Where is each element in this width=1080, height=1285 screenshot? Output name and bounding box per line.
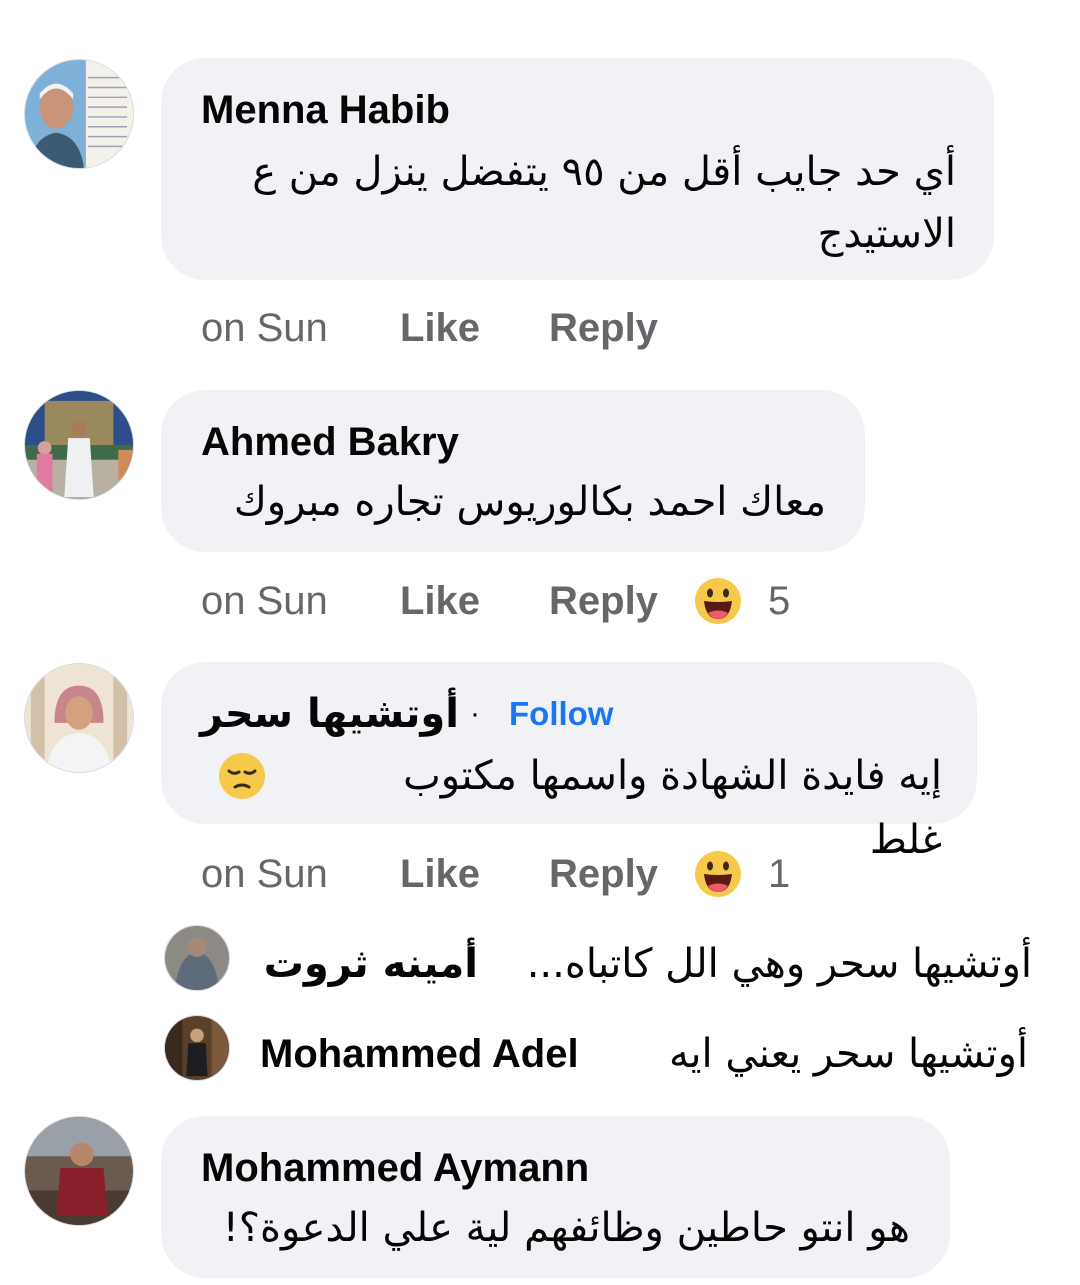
follow-button[interactable]: Follow — [509, 694, 613, 734]
comment-time[interactable]: on Sun — [201, 304, 328, 352]
reply-preview-text[interactable]: أوتشيها سحر يعني ايه — [640, 1030, 1028, 1078]
reply-button[interactable]: Reply — [549, 577, 658, 625]
reply-button[interactable]: Reply — [549, 304, 658, 352]
haha-emoji-icon[interactable] — [694, 850, 742, 898]
comment-author[interactable]: Ahmed Bakry — [201, 418, 459, 466]
reaction-count[interactable]: 5 — [768, 577, 790, 625]
person-avatar-icon — [25, 60, 133, 168]
avatar-menna-habib[interactable] — [24, 59, 134, 169]
comment-author[interactable]: Mohammed Aymann — [201, 1144, 589, 1192]
avatar-otshiha-sahar[interactable] — [24, 663, 134, 773]
haha-emoji-icon[interactable] — [694, 577, 742, 625]
person-avatar-icon — [25, 391, 133, 499]
reaction-count[interactable]: 1 — [768, 850, 790, 898]
avatar-amina-tharwat[interactable] — [164, 925, 230, 991]
person-avatar-icon — [165, 926, 229, 990]
separator-dot: · — [470, 697, 480, 730]
pensive-face-emoji-icon — [219, 753, 265, 799]
comment-text: أي حد جايب أقل من ٩٥ يتفضل ينزل من ع — [252, 149, 956, 195]
person-avatar-icon — [25, 1117, 133, 1225]
like-button[interactable]: Like — [400, 577, 480, 625]
comment-time[interactable]: on Sun — [201, 850, 328, 898]
comment-author[interactable]: أوتشيها سحر — [200, 690, 459, 738]
comment-text: معاك احمد بكالوريوس تجاره مبروك — [233, 479, 826, 525]
person-avatar-icon — [25, 664, 133, 772]
avatar-ahmed-bakry[interactable] — [24, 390, 134, 500]
comment-author[interactable]: Menna Habib — [201, 86, 450, 134]
reply-preview-text[interactable]: أوتشيها سحر وهي الل كاتباه... — [508, 940, 1032, 988]
avatar-mohammed-aymann[interactable] — [24, 1116, 134, 1226]
like-button[interactable]: Like — [400, 304, 480, 352]
comment-text: الاستيدج — [817, 211, 956, 257]
comment-text: هو انتو حاطين وظائفهم لية علي الدعوة؟! — [222, 1205, 910, 1251]
reply-author[interactable]: Mohammed Adel — [260, 1030, 579, 1078]
like-button[interactable]: Like — [400, 850, 480, 898]
person-avatar-icon — [165, 1016, 229, 1080]
avatar-mohammed-adel[interactable] — [164, 1015, 230, 1081]
comment-time[interactable]: on Sun — [201, 577, 328, 625]
reply-author[interactable]: أمينه ثروت — [262, 940, 478, 988]
reply-button[interactable]: Reply — [549, 850, 658, 898]
